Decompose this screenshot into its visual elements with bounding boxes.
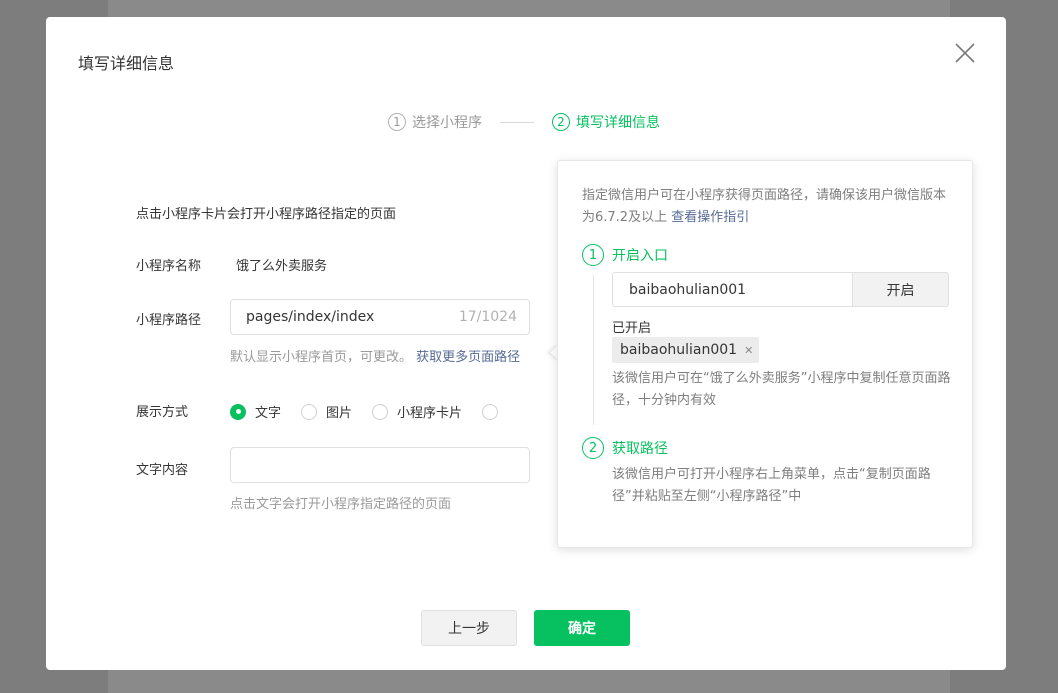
path-input-value: pages/index/index [246,309,375,325]
step-indicator: 1 选择小程序 2 填写详细信息 [388,111,660,133]
text-content-input[interactable] [230,447,530,483]
dialog-title: 填写详细信息 [78,54,175,73]
remove-tag-icon[interactable]: ✕ [744,344,753,357]
form-description: 点击小程序卡片会打开小程序路径指定的页面 [136,207,397,222]
path-hint-text: 默认显示小程序首页，可更改。 [230,350,413,365]
guide-link[interactable]: 查看操作指引 [671,210,749,225]
radio-circle [482,403,499,420]
radio-text[interactable]: 文字 [230,402,281,421]
radio-circle [301,403,318,420]
step-label: 填写详细信息 [576,115,660,131]
close-icon[interactable] [954,42,976,64]
radio-label: 文字 [255,406,282,421]
path-guide-popover: 指定微信用户可在小程序获得页面路径，请确保该用户微信版本为6.7.2及以上 查看… [557,160,973,548]
step-connector [593,275,594,425]
detail-dialog: 填写详细信息 1 选择小程序 2 填写详细信息 点击小程序卡片会打开小程序路径指… [46,17,1006,670]
radio-card[interactable]: 小程序卡片 [372,402,462,421]
step-number: 2 [582,437,604,459]
radio-image[interactable]: 图片 [301,402,352,421]
step-number: 2 [552,113,570,131]
step-title: 获取路径 [612,441,668,457]
step-divider [500,121,534,123]
radio-circle [230,403,246,420]
enabled-user-tag: baibaohulian001 ✕ [612,337,760,363]
step-select-miniprogram: 1 选择小程序 [388,112,482,132]
step-label: 选择小程序 [412,115,482,131]
text-content-hint: 点击文字会打开小程序指定路径的页面 [230,497,452,512]
name-label: 小程序名称 [136,259,202,274]
prev-step-button[interactable]: 上一步 [421,610,517,646]
path-label: 小程序路径 [136,313,202,328]
display-label: 展示方式 [136,405,189,420]
enabled-label: 已开启 [612,321,652,336]
more-paths-link[interactable]: 获取更多页面路径 [416,350,520,365]
path-hint: 默认显示小程序首页，可更改。 获取更多页面路径 [230,346,520,365]
enable-button[interactable]: 开启 [852,272,949,307]
wechat-id-value: baibaohulian001 [629,281,747,298]
tag-label: baibaohulian001 [620,342,738,358]
path-char-counter: 17/1024 [458,309,517,325]
step-number: 1 [388,113,406,131]
path-input[interactable]: pages/index/index 17/1024 [230,299,530,335]
radio-label: 图片 [326,406,353,421]
popover-intro: 指定微信用户可在小程序获得页面路径，请确保该用户微信版本为6.7.2及以上 查看… [582,185,952,229]
confirm-button[interactable]: 确定 [534,610,630,646]
step-title: 开启入口 [612,248,668,264]
step2-note: 该微信用户可打开小程序右上角菜单，点击“复制页面路径”并粘贴至左侧“小程序路径”… [612,467,931,504]
radio-label: 小程序卡片 [397,406,463,421]
step-fill-details: 2 填写详细信息 [552,112,660,132]
display-radio-group: 文字 图片 小程序卡片 [230,402,527,421]
name-value: 饿了么外卖服务 [236,259,328,274]
popover-intro-text: 指定微信用户可在小程序获得页面路径，请确保该用户微信版本为6.7.2及以上 [582,188,947,225]
step1-note: 该微信用户可在“饿了么外卖服务”小程序中复制任意页面路径，十分钟内有效 [612,371,951,408]
text-content-label: 文字内容 [136,463,189,478]
popover-step-2: 2 获取路径 [582,437,668,459]
wechat-id-input[interactable]: baibaohulian001 [612,272,852,307]
step-number: 1 [582,244,604,266]
radio-circle [372,403,389,420]
radio-hidden-option[interactable] [482,403,507,420]
popover-step-1: 1 开启入口 [582,244,668,266]
